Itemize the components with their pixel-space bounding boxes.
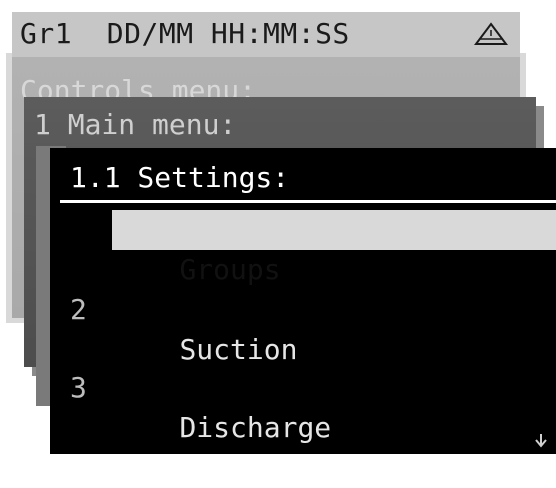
status-bar: Gr1 DD/MM HH:MM:SS (12, 12, 520, 57)
main-menu-title: 1 Main menu: (34, 108, 237, 141)
status-text: Gr1 DD/MM HH:MM:SS (20, 17, 350, 50)
menu-item-label: Discharge (179, 411, 332, 444)
settings-menu-window: 1.1 Settings: Groups 2 Suction 3 Dischar… (50, 148, 556, 454)
scroll-down-arrow-icon[interactable] (534, 432, 548, 448)
menu-item-label: Groups (179, 253, 281, 286)
menu-item-number: 2 (70, 293, 87, 326)
menu-item-number: 3 (70, 371, 87, 404)
menu-item-suction[interactable]: Suction (112, 290, 556, 366)
menu-item-label: Suction (179, 333, 298, 366)
warning-triangle-icon[interactable] (474, 22, 508, 46)
title-divider (60, 200, 556, 203)
settings-menu-title: 1.1 Settings: (70, 161, 290, 194)
menu-item-groups[interactable]: Groups (112, 210, 556, 286)
menu-item-discharge[interactable]: Discharge (112, 368, 556, 444)
